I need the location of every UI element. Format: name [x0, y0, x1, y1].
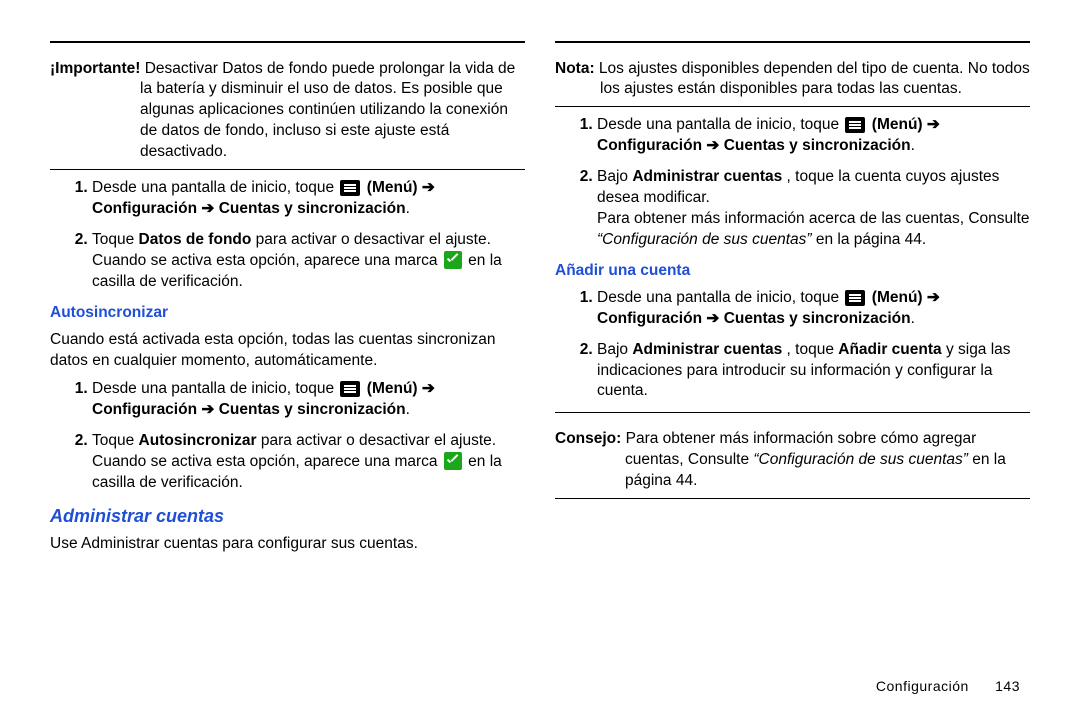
- arrow: ➔: [706, 310, 719, 327]
- step-2: Bajo Administrar cuentas , toque Añadir …: [597, 340, 1030, 403]
- ref-link: “Configuración de sus cuentas”: [753, 451, 968, 468]
- menu-icon: [340, 180, 360, 196]
- heading-manage-accounts: Administrar cuentas: [50, 504, 525, 528]
- menu-icon: [845, 290, 865, 306]
- steps-manage: Desde una pantalla de inicio, toque (Men…: [555, 115, 1030, 251]
- arrow: ➔: [201, 200, 214, 217]
- note-text: Los ajustes disponibles dependen del tip…: [599, 60, 1030, 98]
- label-manage: Administrar cuentas: [632, 341, 782, 358]
- label-menu: (Menú): [872, 116, 923, 133]
- heading-autosync: Autosincronizar: [50, 303, 525, 324]
- rule: [555, 498, 1030, 499]
- arrow: ➔: [201, 401, 214, 418]
- right-column: Nota: Los ajustes disponibles dependen d…: [555, 35, 1030, 563]
- steps-add-account: Desde una pantalla de inicio, toque (Men…: [555, 288, 1030, 403]
- arrow: ➔: [422, 380, 435, 397]
- arrow: ➔: [422, 179, 435, 196]
- important-text: Desactivar Datos de fondo puede prolonga…: [140, 60, 515, 161]
- label-manage: Administrar cuentas: [632, 168, 782, 185]
- label-config: Configuración: [597, 137, 702, 154]
- label-menu: (Menú): [872, 289, 923, 306]
- text: Para obtener más información acerca de l…: [597, 210, 1030, 227]
- arrow: ➔: [927, 289, 940, 306]
- rule: [50, 169, 525, 170]
- rule: [555, 41, 1030, 43]
- step-1: Desde una pantalla de inicio, toque (Men…: [92, 379, 525, 421]
- step-1: Desde una pantalla de inicio, toque (Men…: [92, 178, 525, 220]
- text: Bajo: [597, 341, 632, 358]
- text: Bajo: [597, 168, 632, 185]
- text: Desde una pantalla de inicio, toque: [92, 179, 338, 196]
- page: ¡Importante! Desactivar Datos de fondo p…: [0, 0, 1080, 720]
- tip-callout: Consejo: Para obtener más información so…: [555, 429, 1030, 492]
- label-config: Configuración: [92, 401, 197, 418]
- text: , toque: [787, 341, 839, 358]
- two-column-layout: ¡Importante! Desactivar Datos de fondo p…: [50, 35, 1030, 563]
- footer-page: 143: [995, 678, 1020, 694]
- text: Desde una pantalla de inicio, toque: [597, 289, 843, 306]
- note-callout: Nota: Los ajustes disponibles dependen d…: [555, 59, 1030, 101]
- step-2: Toque Datos de fondo para activar o desa…: [92, 230, 525, 293]
- label-background-data: Datos de fondo: [139, 231, 252, 248]
- text: Desde una pantalla de inicio, toque: [597, 116, 843, 133]
- menu-icon: [340, 381, 360, 397]
- menu-icon: [845, 117, 865, 133]
- text: Toque: [92, 432, 139, 449]
- ref-link: “Configuración de sus cuentas”: [597, 231, 812, 248]
- heading-add-account: Añadir una cuenta: [555, 261, 1030, 282]
- label-accounts: Cuentas y sincronización: [724, 310, 911, 327]
- checkmark-icon: [444, 251, 462, 269]
- left-column: ¡Importante! Desactivar Datos de fondo p…: [50, 35, 525, 563]
- page-footer: Configuración 143: [876, 677, 1020, 696]
- important-label: ¡Importante!: [50, 60, 140, 77]
- label-accounts: Cuentas y sincronización: [724, 137, 911, 154]
- rule: [50, 41, 525, 43]
- arrow: ➔: [706, 137, 719, 154]
- steps-autosync: Desde una pantalla de inicio, toque (Men…: [50, 379, 525, 494]
- tip-label: Consejo:: [555, 430, 621, 447]
- autosync-intro: Cuando está activada esta opción, todas …: [50, 330, 525, 372]
- text: Toque: [92, 231, 139, 248]
- manage-intro: Use Administrar cuentas para configurar …: [50, 534, 525, 555]
- step-1: Desde una pantalla de inicio, toque (Men…: [597, 288, 1030, 330]
- label-config: Configuración: [597, 310, 702, 327]
- checkmark-icon: [444, 452, 462, 470]
- note-label: Nota:: [555, 60, 595, 77]
- text: en la página 44.: [816, 231, 926, 248]
- text: Desde una pantalla de inicio, toque: [92, 380, 338, 397]
- label-accounts: Cuentas y sincronización: [219, 200, 406, 217]
- important-callout: ¡Importante! Desactivar Datos de fondo p…: [50, 59, 525, 164]
- label-add-account: Añadir cuenta: [838, 341, 941, 358]
- label-menu: (Menú): [367, 179, 418, 196]
- steps-background-data: Desde una pantalla de inicio, toque (Men…: [50, 178, 525, 293]
- rule: [555, 106, 1030, 107]
- label-autosync: Autosincronizar: [139, 432, 257, 449]
- footer-section: Configuración: [876, 678, 969, 694]
- label-menu: (Menú): [367, 380, 418, 397]
- arrow: ➔: [927, 116, 940, 133]
- step-2: Toque Autosincronizar para activar o des…: [92, 431, 525, 494]
- rule: [555, 412, 1030, 413]
- step-2: Bajo Administrar cuentas , toque la cuen…: [597, 167, 1030, 251]
- step-1: Desde una pantalla de inicio, toque (Men…: [597, 115, 1030, 157]
- label-accounts: Cuentas y sincronización: [219, 401, 406, 418]
- label-config: Configuración: [92, 200, 197, 217]
